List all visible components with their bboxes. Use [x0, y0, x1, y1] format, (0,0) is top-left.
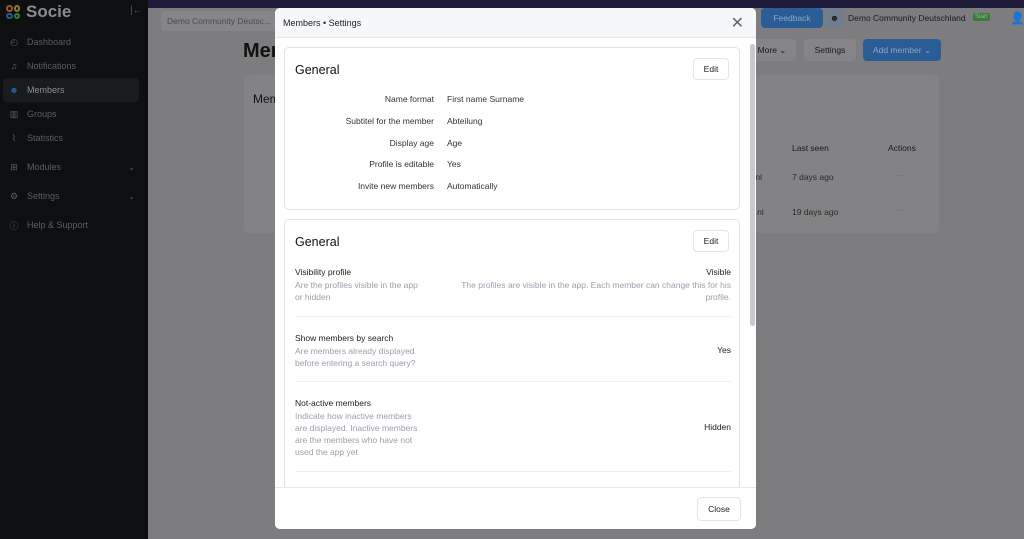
sidebar-item-label: Dashboard [27, 37, 72, 47]
setting-visibility-profile: Visibility profile Are the profiles visi… [295, 267, 731, 317]
feedback-button[interactable]: Feedback [761, 8, 823, 28]
setting-title: Not-active members [295, 398, 372, 408]
setting-value: Yes [717, 345, 731, 355]
modal-footer: Close [275, 487, 756, 529]
sidebar-item-groups[interactable]: ▥ Groups [3, 102, 139, 126]
last-seen-cell: 19 days ago [792, 207, 839, 217]
setting-value: Hidden [704, 422, 731, 432]
column-last-seen[interactable]: Last seen [792, 143, 829, 153]
close-button[interactable]: Close [697, 497, 741, 521]
sidebar-item-statistics[interactable]: ⌇ Statistics [3, 126, 139, 150]
chart-icon: ⌇ [11, 132, 17, 143]
plan-badge: Start [973, 13, 990, 21]
add-member-button[interactable]: Add member ⌄ [863, 39, 941, 61]
user-admin-icon[interactable]: 👤 [1010, 11, 1024, 25]
card-title: General [295, 235, 340, 249]
sidebar-item-notifications[interactable]: ♫ Notifications [3, 54, 139, 78]
setting-description: Indicate how inactive members are displa… [295, 411, 418, 457]
close-icon[interactable]: ✕ [731, 13, 744, 33]
modal-body: General Edit Name format First name Surna… [275, 38, 756, 487]
grid-icon: ⊞ [10, 161, 18, 172]
community-select[interactable]: Demo Community Deutsc... [161, 11, 281, 31]
modal-title: Members • Settings [283, 17, 362, 28]
brand-name: Socie [26, 2, 72, 21]
users-icon: ☻ [9, 85, 19, 95]
collapse-sidebar-icon[interactable]: |← [130, 5, 143, 16]
members-settings-modal: Members • Settings ✕ General Edit Name f… [275, 8, 756, 529]
edit-button[interactable]: Edit [693, 230, 729, 252]
chevron-down-icon: ⌄ [128, 191, 135, 201]
scrollbar[interactable] [750, 44, 755, 326]
gear-icon: ⚙ [9, 190, 19, 201]
setting-title: Show members by search [295, 333, 394, 343]
sidebar-item-label: Members [27, 85, 65, 95]
setting-not-active-members: Not-active members Indicate how inactive… [295, 398, 731, 472]
community-avatar-icon: ☻ [825, 8, 844, 28]
setting-description: Are members already displayed before ent… [295, 346, 416, 368]
help-icon: ⓘ [9, 220, 19, 231]
sidebar-item-label: Groups [27, 109, 57, 119]
last-seen-cell: 7 days ago [792, 172, 834, 182]
sidebar: Socie |← ◴ Dashboard ♫ Notifications ☻ Memb… [0, 0, 148, 539]
sidebar-item-members[interactable]: ☻ Members [3, 78, 139, 102]
row-actions-button[interactable]: ··· [896, 170, 905, 180]
groups-icon: ▥ [9, 108, 19, 119]
sidebar-item-modules[interactable]: ⊞ Modules ⌄ [3, 155, 139, 179]
logo-mark-icon [6, 5, 20, 19]
community-name: Demo Community Deutschland [848, 13, 966, 23]
sidebar-item-label: Settings [27, 191, 60, 201]
sidebar-item-label: Notifications [27, 61, 77, 71]
more-label: More [757, 45, 777, 55]
sidebar-item-settings[interactable]: ⚙ Settings ⌄ [3, 184, 139, 208]
sidebar-item-help[interactable]: ⓘ Help & Support [3, 213, 139, 237]
sidebar-item-label: Modules [27, 162, 62, 172]
modal-header: Members • Settings ✕ [275, 8, 756, 38]
bell-icon: ♫ [10, 61, 18, 71]
sidebar-nav: ◴ Dashboard ♫ Notifications ☻ Members ▥ Grou… [3, 30, 139, 237]
card-title: General [295, 63, 340, 77]
setting-show-members-by-search: Show members by search Are members alrea… [295, 333, 731, 382]
edit-button[interactable]: Edit [693, 58, 729, 80]
gauge-icon: ◴ [10, 36, 18, 47]
row-actions-button[interactable]: ··· [896, 205, 905, 215]
sidebar-item-dashboard[interactable]: ◴ Dashboard [3, 30, 139, 54]
announcement-banner [148, 0, 1024, 8]
settings-button[interactable]: Settings [804, 39, 856, 61]
setting-value: Visible [706, 267, 731, 277]
socie-logo[interactable]: Socie [6, 2, 71, 22]
add-member-label: Add member [872, 45, 922, 55]
general-card-1: General Edit Name format First name Surna… [284, 47, 740, 210]
general-card-2: General Edit Visibility profile Are the … [284, 219, 740, 487]
setting-title: Visibility profile [295, 267, 352, 277]
chevron-down-icon: ⌄ [128, 162, 135, 172]
column-actions: Actions [888, 143, 916, 153]
setting-description: Are the profiles visible in the app or h… [295, 280, 418, 302]
sidebar-item-label: Statistics [27, 133, 64, 143]
setting-value-description: The profiles are visible in the app. Eac… [461, 280, 731, 302]
sidebar-item-label: Help & Support [27, 220, 89, 230]
